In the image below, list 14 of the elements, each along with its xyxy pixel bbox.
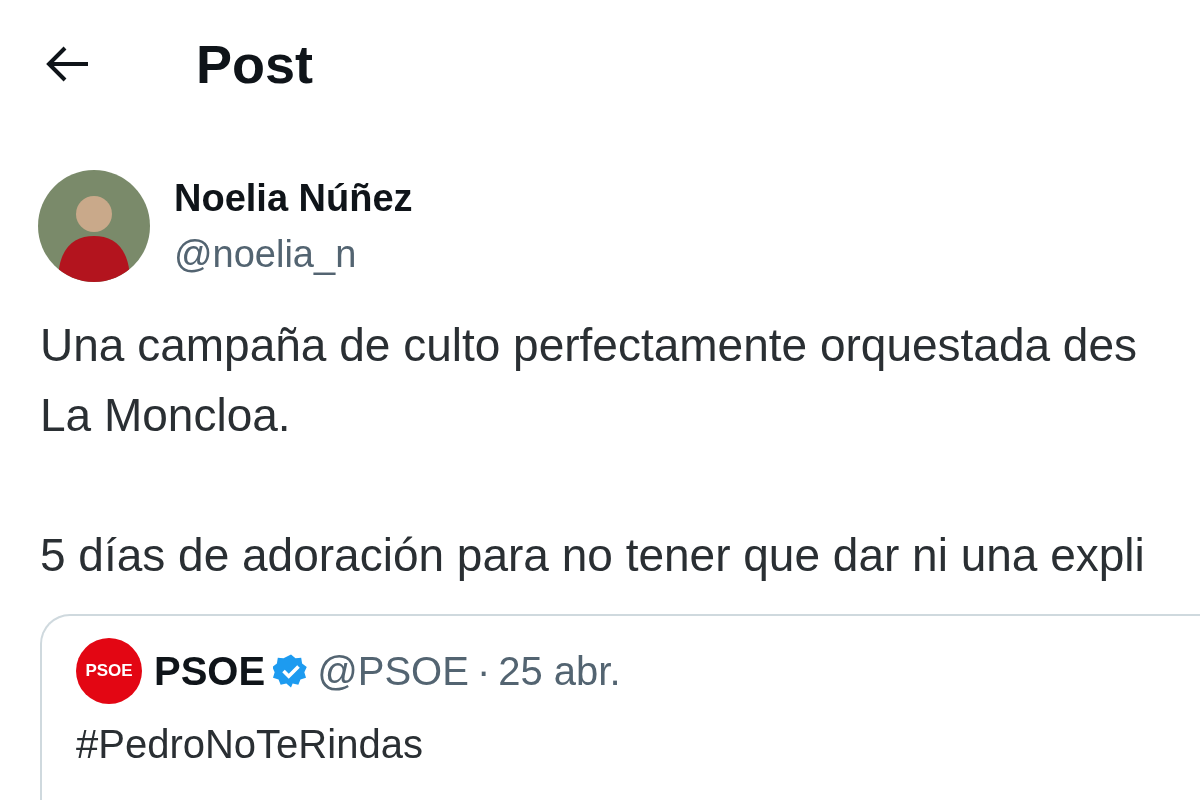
post-text-line: 5 días de adoración para no tener que dar ni una expli [40,528,1146,583]
quoted-author-name: PSOE [154,648,266,695]
quoted-author-handle: @PSOE [317,648,469,695]
back-button[interactable] [44,44,90,84]
author-handle: @noelia_n [174,231,358,277]
separator-dot: · [476,648,491,695]
hashtag-text: #PedroNoTeRindas [76,721,424,768]
post-text-line: Una campaña de culto perfectamente orquestada des [40,318,1139,373]
post-text-line: La Moncloa. [40,388,292,443]
quoted-post-card[interactable]: PSOE PSOE @PSOE · 25 abr. #PedroNoTeRindas [40,614,1200,800]
party-logo: PSOE [76,638,142,704]
post-date: 25 abr. [498,648,621,695]
author-name: Noelia Núñez [174,176,413,221]
page-title: Post [196,32,314,96]
